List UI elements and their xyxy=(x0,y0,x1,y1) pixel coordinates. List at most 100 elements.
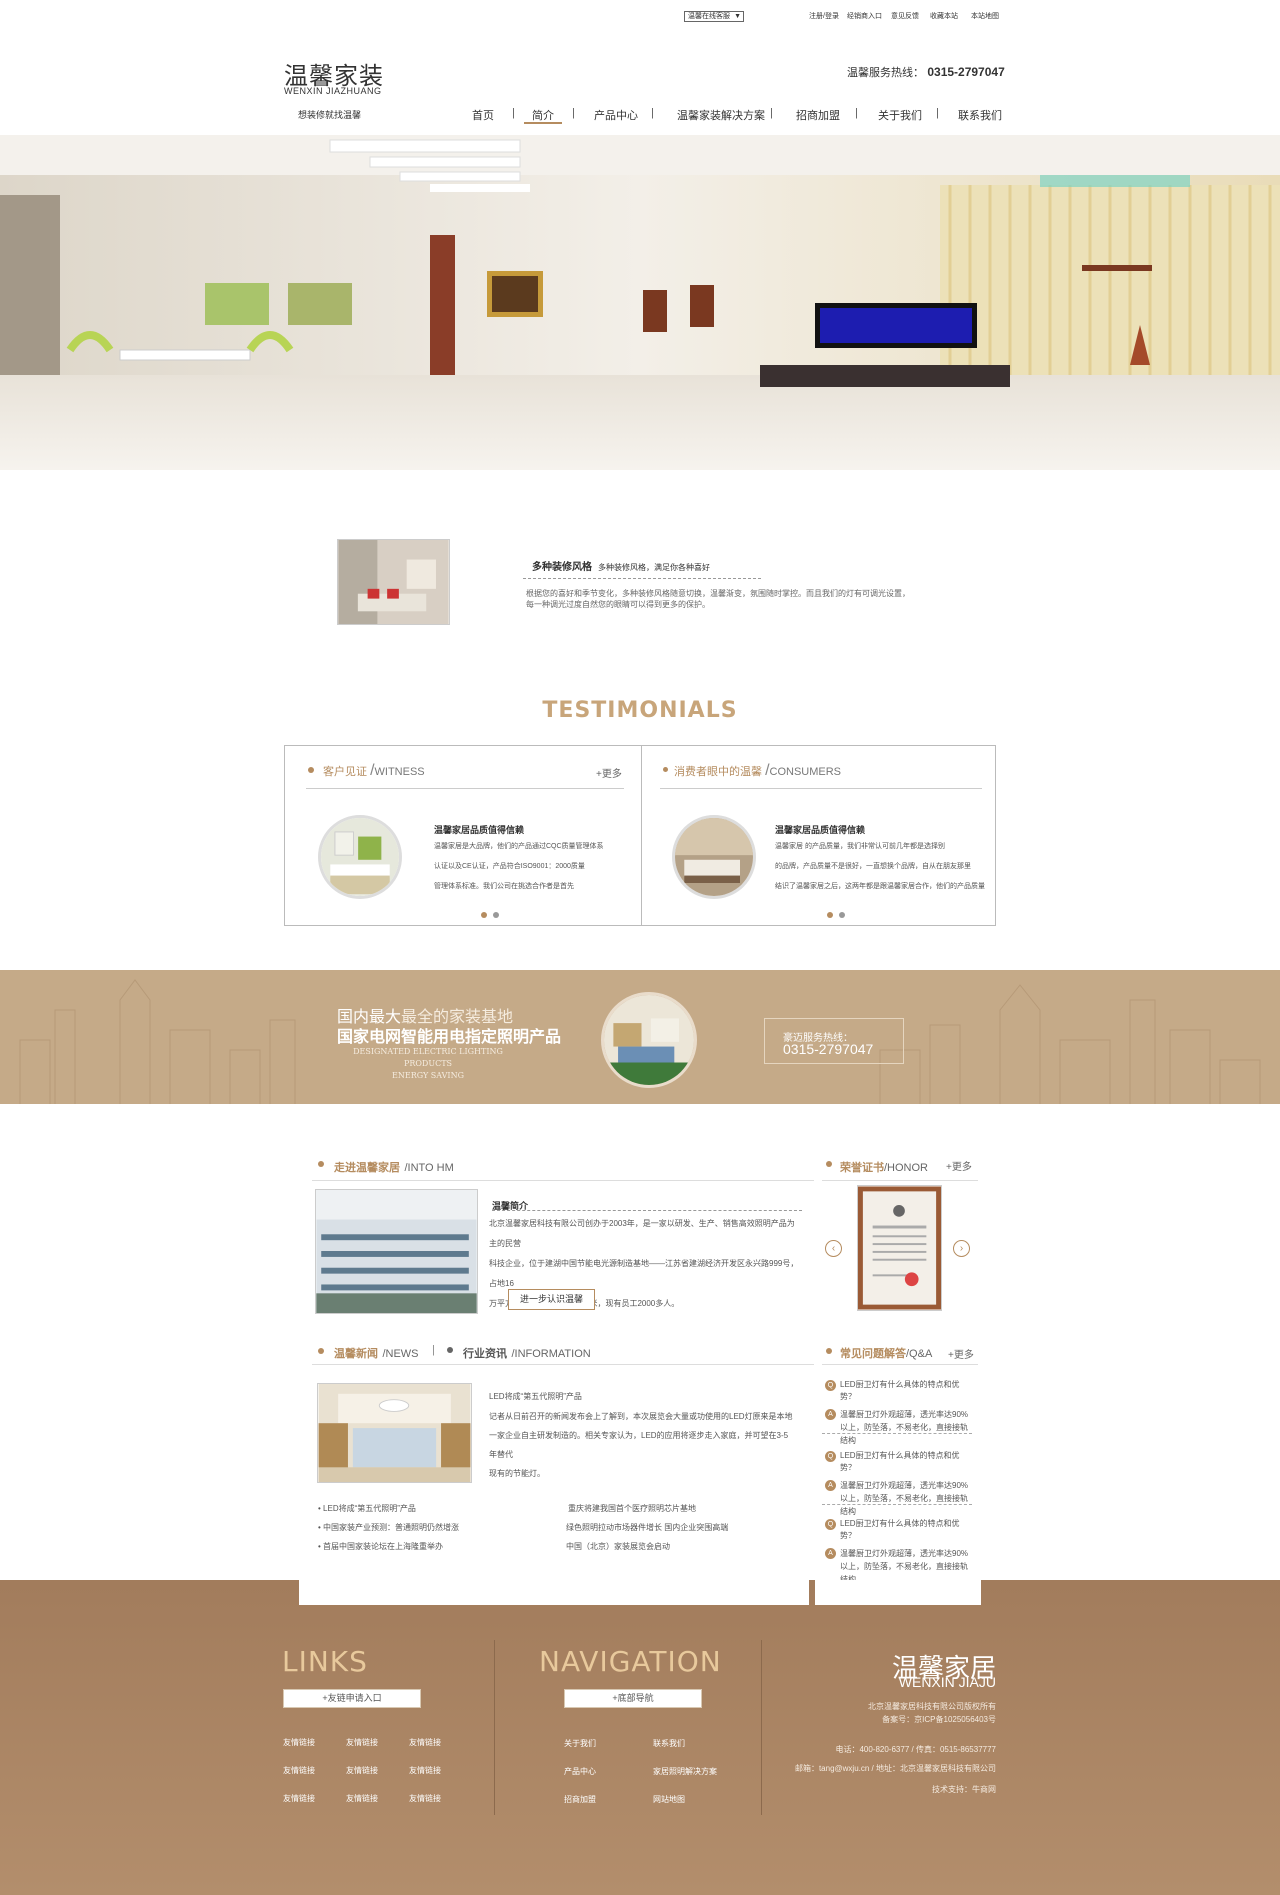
friend-link[interactable]: 友情链接 xyxy=(409,1765,441,1776)
footer-icp[interactable]: 备案号：京ICP备1025056403号 xyxy=(882,1714,996,1725)
banner-line3: DESIGNATED ELECTRIC LIGHTING PRODUCTS ENE… xyxy=(343,1046,513,1082)
industry-title[interactable]: 行业资讯 xyxy=(463,1348,507,1360)
footer-support[interactable]: 技术支持：牛商网 xyxy=(932,1784,996,1795)
friend-link[interactable]: 友情链接 xyxy=(283,1765,315,1776)
news-list-item[interactable]: 绿色照明拉动市场器件增长 国内企业突围高端 xyxy=(566,1522,728,1533)
footer-nav-link[interactable]: 家居照明解决方案 xyxy=(653,1766,717,1777)
qa-more-link[interactable]: +更多 xyxy=(948,1346,974,1361)
nav-contact[interactable]: 联系我们 xyxy=(958,107,1002,123)
friend-link[interactable]: 友情链接 xyxy=(346,1765,378,1776)
witness-item-body: 温馨家居是大品牌，他们的产品通过CQC质量管理体系 认证以及CE认证，产品符合I… xyxy=(434,837,614,897)
hotline-number: 0315-2797047 xyxy=(927,65,1005,79)
nav-about[interactable]: 关于我们 xyxy=(878,107,922,123)
bullet-icon xyxy=(447,1347,453,1353)
qa-answer: A 温馨厨卫灯外观超薄，透光率达90%以上，防坠落，不易老化，直接接轨结构 xyxy=(825,1408,975,1447)
footer-brand-en: WENXIN JIAJU xyxy=(898,1674,996,1690)
divider xyxy=(312,1364,814,1365)
banner-phone-number: 0315-2797047 xyxy=(783,1041,874,1057)
friend-link[interactable]: 友情链接 xyxy=(283,1793,315,1804)
question-icon: Q xyxy=(825,1519,836,1530)
divider xyxy=(822,1433,972,1434)
nav-intro[interactable]: 简介 xyxy=(532,107,554,123)
hotline: 温馨服务热线： 0315-2797047 xyxy=(847,64,1005,80)
language-select[interactable]: 温馨在线客服 xyxy=(684,11,744,22)
news-list-item[interactable]: 中国（北京）家装展览会启动 xyxy=(566,1541,670,1552)
sitemap-link[interactable]: 本站地图 xyxy=(971,11,999,21)
style-title: 多种装修风格 多种装修风格，满足你各种喜好 xyxy=(532,558,710,573)
news-link[interactable]: LED将成“第五代照明”产品 xyxy=(323,1504,416,1513)
learn-more-button[interactable]: 进一步认识温馨 xyxy=(508,1289,595,1310)
news-list-item[interactable]: • 首届中国家装论坛在上海隆重举办 xyxy=(318,1541,443,1552)
witness-header: 客户见证 /WITNESS xyxy=(323,762,425,780)
divider xyxy=(660,788,982,789)
slider-dot[interactable] xyxy=(839,912,845,918)
friend-link[interactable]: 友情链接 xyxy=(346,1737,378,1748)
qa-question[interactable]: Q LED厨卫灯有什么具体的特点和优势？ xyxy=(825,1450,975,1474)
footer-email: 邮箱：tang@wxju.cn / 地址：北京温馨家居科技有限公司 xyxy=(794,1764,996,1773)
consumers-title: 消费者眼中的温馨 xyxy=(674,766,762,778)
footer-nav-link[interactable]: 关于我们 xyxy=(564,1738,596,1749)
qa-item[interactable]: Q LED厨卫灯有什么具体的特点和优势？ A 温馨厨卫灯外观超薄，透光率达90%以上… xyxy=(825,1379,975,1447)
qa-item[interactable]: Q LED厨卫灯有什么具体的特点和优势？ A 温馨厨卫灯外观超薄，透光率达90%以上… xyxy=(825,1450,975,1518)
witness-title-en: WITNESS xyxy=(374,766,425,778)
footer-nav-link[interactable]: 招商加盟 xyxy=(564,1794,596,1805)
friend-link[interactable]: 友情链接 xyxy=(409,1737,441,1748)
news-list-item[interactable]: • 中国家装产业预测：普通照明仍然增涨 xyxy=(318,1522,459,1533)
slider-dot[interactable] xyxy=(493,912,499,918)
footer-nav-link[interactable]: 产品中心 xyxy=(564,1766,596,1777)
footer-nav-link[interactable]: 联系我们 xyxy=(653,1738,685,1749)
nav-solutions[interactable]: 温馨家装解决方案 xyxy=(677,107,765,123)
bullet-icon xyxy=(318,1161,324,1167)
banner-phone-box[interactable]: 豪迈服务热线： 0315-2797047 xyxy=(764,1018,904,1064)
honor-title-en: /HONOR xyxy=(884,1162,928,1174)
nav-active-indicator xyxy=(524,122,562,124)
bullet-icon xyxy=(663,767,668,772)
banner-line3-a: DESIGNATED ELECTRIC LIGHTING PRODUCTS xyxy=(353,1047,503,1068)
divider xyxy=(523,578,761,579)
footer-nav-link[interactable]: 网站地图 xyxy=(653,1794,685,1805)
friend-link[interactable]: 友情链接 xyxy=(346,1793,378,1804)
nav-franchise[interactable]: 招商加盟 xyxy=(796,107,840,123)
divider xyxy=(312,1180,814,1181)
footer-phone: 电话：400-820-6377 / 传真：0515-86537777 xyxy=(835,1745,996,1754)
factory-image xyxy=(315,1189,478,1314)
witness-more-link[interactable]: +更多 xyxy=(596,765,622,780)
divider xyxy=(492,1210,802,1211)
friend-link[interactable]: 友情链接 xyxy=(409,1793,441,1804)
friend-link-apply-button[interactable]: +友链申请入口 xyxy=(283,1689,421,1708)
news-headline[interactable]: LED将成“第五代照明”产品 xyxy=(489,1391,582,1402)
slider-dot-active[interactable] xyxy=(827,912,833,918)
answer-icon: A xyxy=(825,1409,836,1420)
login-link[interactable]: 注册/登录 xyxy=(809,11,839,21)
divider xyxy=(641,745,642,926)
chevron-right-icon[interactable]: › xyxy=(953,1240,970,1257)
nav-home[interactable]: 首页 xyxy=(472,107,494,123)
nav-separator: | xyxy=(770,107,773,119)
honor-more-link[interactable]: +更多 xyxy=(946,1158,972,1173)
friend-link[interactable]: 友情链接 xyxy=(283,1737,315,1748)
news-title[interactable]: 温馨新闻 xyxy=(334,1348,378,1360)
logo-subtext: WENXIN JIAZHUANG xyxy=(284,86,382,96)
witness-avatar-image xyxy=(318,815,402,899)
news-line: 记者从日前召开的新闻发布会上了解到，本次展览会大量或功使用的LED灯原来是本地 xyxy=(489,1412,793,1421)
dealer-link[interactable]: 经销商入口 xyxy=(847,11,882,21)
nav-products[interactable]: 产品中心 xyxy=(594,107,638,123)
news-link[interactable]: 首届中国家装论坛在上海隆重举办 xyxy=(323,1542,443,1551)
about-line: 北京温馨家居科技有限公司创办于2003年，是一家以研发、生产、销售高效照明产品为… xyxy=(489,1219,795,1248)
consumers-item-title[interactable]: 温馨家居品质值得信赖 xyxy=(775,823,865,836)
qa-question[interactable]: Q LED厨卫灯有什么具体的特点和优势？ xyxy=(825,1379,975,1403)
question-icon: Q xyxy=(825,1380,836,1391)
qa-question[interactable]: Q LED厨卫灯有什么具体的特点和优势？ xyxy=(825,1518,975,1542)
style-thumbnail-image xyxy=(337,539,450,625)
bottom-nav-button[interactable]: +底部导航 xyxy=(564,1689,702,1708)
news-line: 一家企业自主研发制造的。相关专家认为，LED的应用将逐步走入家庭，并可望在3-5… xyxy=(489,1431,789,1459)
news-link[interactable]: 中国家装产业预测：普通照明仍然增涨 xyxy=(323,1523,459,1532)
witness-item-title[interactable]: 温馨家居品质值得信赖 xyxy=(434,823,524,836)
news-list-item[interactable]: 重庆将建我国首个医疗照明芯片基地 xyxy=(568,1503,696,1514)
news-list-item[interactable]: • LED将成“第五代照明”产品 xyxy=(318,1503,416,1514)
chevron-left-icon[interactable]: ‹ xyxy=(825,1240,842,1257)
qa-item[interactable]: Q LED厨卫灯有什么具体的特点和优势？ A 温馨厨卫灯外观超薄，透光率达90%以上… xyxy=(825,1518,975,1586)
bookmark-link[interactable]: 收藏本站 xyxy=(930,11,958,21)
feedback-link[interactable]: 意见反馈 xyxy=(891,11,919,21)
slider-dot-active[interactable] xyxy=(481,912,487,918)
